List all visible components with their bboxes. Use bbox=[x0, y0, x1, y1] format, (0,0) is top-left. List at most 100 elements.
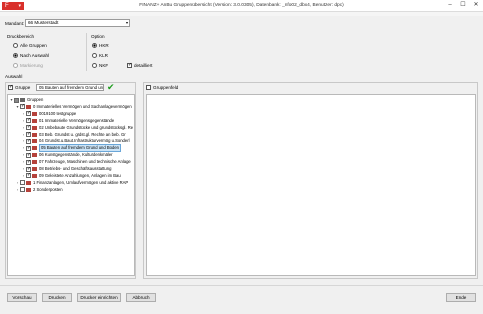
radio-dot bbox=[92, 43, 97, 48]
folder-icon bbox=[32, 173, 37, 178]
radio-markierung: Markierung bbox=[13, 63, 43, 68]
tree-checkbox[interactable] bbox=[26, 172, 31, 179]
tree-checkbox[interactable] bbox=[26, 131, 31, 137]
tree-checkbox[interactable] bbox=[26, 152, 31, 158]
button-bar bbox=[0, 285, 483, 314]
folder-icon bbox=[26, 187, 31, 192]
folder-icon bbox=[32, 139, 37, 144]
tree-node-label: 06 Kunstgegenstände, Kulturdenkmäler bbox=[39, 152, 113, 158]
tree-node-label: 2 Sonderposten bbox=[33, 186, 63, 192]
radio-nach-auswahl[interactable]: Nach Auswahl bbox=[13, 53, 49, 58]
tree-node-label: 07 Fahrzeuge, Maschinen und technische A… bbox=[39, 159, 131, 165]
abbruch-button[interactable]: Abbruch bbox=[126, 293, 156, 302]
tree-node[interactable]: ›09 Geleistete Anzahlungen, Anlagen im B… bbox=[21, 172, 121, 179]
minimize-button[interactable]: – bbox=[444, 1, 456, 10]
mandant-label: Mandant: bbox=[5, 21, 25, 26]
folder-icon bbox=[32, 167, 37, 171]
vorschau-button[interactable]: Vorschau bbox=[7, 293, 37, 302]
tree-node-label: 02 Unbebaute Grundstücke und grundstücks… bbox=[39, 124, 134, 130]
group-tree[interactable]: ▾Gruppen▾0 Immaterielles Vermögen und Sa… bbox=[7, 94, 135, 276]
gruppe-label: Gruppe bbox=[15, 85, 31, 90]
radio-label: NKF bbox=[99, 63, 109, 68]
chevron-down-icon: ▾ bbox=[125, 20, 128, 25]
folder-icon bbox=[26, 180, 31, 185]
tree-checkbox[interactable] bbox=[26, 166, 31, 172]
tree-checkbox[interactable] bbox=[20, 180, 25, 186]
tree-checkbox[interactable] bbox=[20, 187, 25, 193]
section-divider bbox=[86, 33, 87, 71]
gruppenfeld-checkbox[interactable]: Gruppenfeld bbox=[146, 85, 178, 90]
close-button[interactable]: ✕ bbox=[470, 1, 482, 10]
tree-node[interactable]: ›06 Kunstgegenstände, Kulturdenkmäler bbox=[21, 152, 113, 158]
tree-checkbox[interactable] bbox=[20, 103, 25, 110]
folder-icon bbox=[32, 132, 37, 137]
tree-node-label: 0019100 testgruppe bbox=[39, 110, 77, 116]
tree-node-label: 1 Finanzanlagen, Umlaufvermögen und akti… bbox=[33, 179, 129, 185]
maximize-button[interactable]: ☐ bbox=[457, 1, 469, 10]
tree-checkbox[interactable] bbox=[26, 138, 31, 144]
tree-node[interactable]: ›01 Immaterielle Vermögensgegenstände bbox=[21, 117, 115, 124]
gruppenfeld-label: Gruppenfeld bbox=[153, 85, 179, 90]
tree-checkbox[interactable] bbox=[26, 124, 31, 131]
folder-icon bbox=[26, 104, 31, 109]
checkbox-box: ✓ bbox=[127, 62, 133, 68]
tree-checkbox[interactable] bbox=[26, 159, 31, 165]
auswahl-title: Auswahl bbox=[5, 74, 23, 79]
checkbox-box bbox=[146, 85, 151, 90]
tree-node-label: 01 Immaterielle Vermögensgegenstände bbox=[39, 117, 115, 123]
mandant-select[interactable]: 66 Musterstadt ▾ bbox=[25, 19, 130, 27]
detailliert-checkbox[interactable]: ✓ detailliert bbox=[127, 63, 152, 68]
drucken-button[interactable]: Drucken bbox=[42, 293, 72, 302]
radio-nkf[interactable]: NKF bbox=[92, 63, 108, 68]
option-title: Option bbox=[91, 34, 105, 39]
tree-node[interactable]: ▾ Gruppen bbox=[9, 97, 43, 103]
radio-klr[interactable]: KLR bbox=[92, 53, 108, 58]
folder-icon bbox=[32, 111, 37, 116]
tree-node-label: 05 Bauten auf fremdem Grund und Boden bbox=[39, 144, 121, 153]
tree-node[interactable]: ›02 Unbebaute Grundstücke und grundstück… bbox=[21, 124, 134, 131]
detailliert-label: detailliert bbox=[134, 63, 153, 68]
folder-icon bbox=[20, 98, 25, 102]
ende-button[interactable]: Ende bbox=[446, 293, 476, 302]
gruppe-input[interactable]: 05 Bauten auf fremdem Grund und bbox=[36, 84, 104, 91]
tree-node-label: 03 Beb. Grundst u. grdst.gl. Rechte an b… bbox=[39, 131, 126, 137]
radio-dot bbox=[13, 43, 18, 48]
radio-label: Markierung bbox=[20, 63, 43, 68]
tree-node[interactable]: ›08 Betriebs- und Geschäftsausstattung bbox=[21, 166, 111, 172]
folder-icon bbox=[32, 118, 37, 123]
gruppenfeld-list[interactable] bbox=[146, 94, 476, 276]
tree-node-label: 08 Betriebs- und Geschäftsausstattung bbox=[39, 166, 112, 171]
tree-checkbox[interactable] bbox=[26, 110, 31, 117]
radio-dot bbox=[92, 53, 97, 58]
gruppe-checkbox[interactable]: ✓ Gruppe bbox=[8, 85, 30, 90]
radio-label: HKR bbox=[99, 43, 109, 48]
tree-node[interactable]: ›03 Beb. Grundst u. grdst.gl. Rechte an … bbox=[21, 131, 126, 138]
tree-checkbox[interactable] bbox=[26, 117, 31, 124]
tree-node-label: 09 Geleistete Anzahlungen, Anlagen im Ba… bbox=[39, 172, 121, 178]
folder-icon bbox=[32, 160, 37, 165]
green-check-icon[interactable]: ✔ bbox=[107, 83, 116, 92]
toolbar-strip bbox=[0, 12, 483, 16]
drucker-einrichten-button[interactable]: Drucker einrichten bbox=[77, 293, 121, 302]
folder-icon bbox=[32, 146, 37, 151]
tree-node[interactable]: › 2 Sonderposten bbox=[15, 187, 63, 193]
tree-node-label: Gruppen bbox=[27, 97, 44, 102]
mandant-value: 66 Musterstadt bbox=[28, 20, 59, 25]
tree-node[interactable]: › 1 Finanzanlagen, Umlaufvermögen und akt… bbox=[15, 180, 128, 186]
tree-node[interactable]: ›07 Fahrzeuge, Maschinen und technische … bbox=[21, 159, 131, 165]
tree-node[interactable]: ▾0 Immaterielles Vermögen und Sachanlage… bbox=[15, 103, 132, 110]
tree-checkbox[interactable] bbox=[14, 97, 19, 103]
tree-node[interactable]: ›05 Bauten auf fremdem Grund und Boden bbox=[21, 144, 121, 153]
title-bar: F ▾ FINANZ+ AnBu Gruppenübersicht (Versi… bbox=[0, 0, 483, 12]
radio-label: KLR bbox=[99, 53, 108, 58]
radio-label: Alle Gruppen bbox=[20, 43, 47, 48]
tree-checkbox[interactable] bbox=[26, 145, 31, 151]
window-title: FINANZ+ AnBu Gruppenübersicht (Version: … bbox=[139, 3, 344, 8]
tree-node-label: 0 Immaterielles Vermögen und Sachanlagev… bbox=[33, 103, 132, 109]
radio-dot bbox=[13, 53, 18, 58]
radio-hkr[interactable]: HKR bbox=[92, 43, 109, 48]
radio-alle-gruppen[interactable]: Alle Gruppen bbox=[13, 43, 47, 48]
tree-node[interactable]: ›0019100 testgruppe bbox=[21, 110, 77, 117]
radio-dot bbox=[92, 63, 97, 68]
folder-icon bbox=[32, 125, 37, 130]
